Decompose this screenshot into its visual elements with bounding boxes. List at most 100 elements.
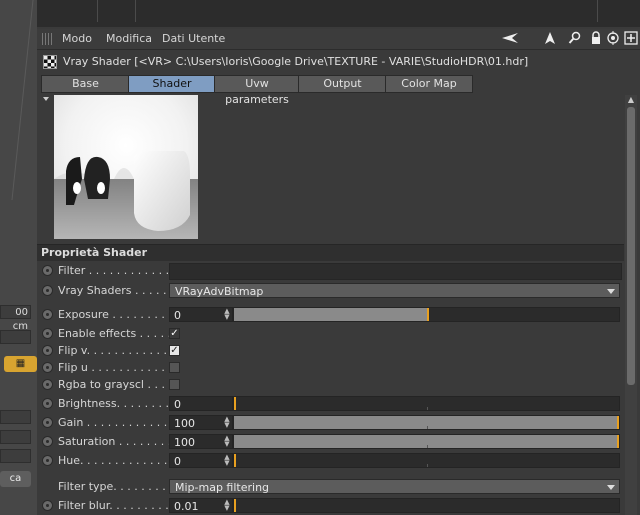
- prop-label: Filter . . . . . . . . . . . . .: [58, 264, 177, 277]
- left-field-1[interactable]: [0, 410, 31, 424]
- chevron-down-icon: [607, 485, 615, 490]
- slider-handle[interactable]: [617, 435, 619, 448]
- slider-handle[interactable]: [234, 499, 236, 512]
- unit-field[interactable]: 00 cm: [0, 305, 31, 332]
- tab-uvw-parameters[interactable]: Uvw parameters: [214, 75, 300, 106]
- number-value: 0.01: [174, 500, 199, 513]
- left-field-2[interactable]: [0, 430, 31, 444]
- number-value: 0: [174, 455, 181, 468]
- rgba-to-grayscale-checkbox[interactable]: [169, 379, 180, 390]
- search-icon[interactable]: [568, 31, 582, 45]
- brightness-input[interactable]: 0: [169, 396, 233, 411]
- left-field-3[interactable]: [0, 449, 31, 463]
- section-title: Proprietà Shader: [41, 246, 148, 259]
- animate-radio-icon[interactable]: [42, 379, 53, 390]
- spinner-icon[interactable]: ▲ ▼: [224, 499, 230, 512]
- dropdown-value: Mip-map filtering: [175, 481, 270, 494]
- number-value: 0: [174, 309, 181, 322]
- lock-icon[interactable]: [589, 31, 603, 45]
- tab-color-map[interactable]: Color Map: [385, 75, 473, 93]
- separator: [135, 0, 136, 22]
- flip-v-checkbox[interactable]: ✓: [169, 345, 180, 356]
- spinner-icon[interactable]: ▲ ▼: [224, 416, 230, 429]
- animate-radio-icon[interactable]: [42, 455, 53, 466]
- prop-label: Hue. . . . . . . . . . . . . . .: [58, 454, 178, 467]
- animate-radio-icon[interactable]: [42, 328, 53, 339]
- prop-label: Vray Shaders . . . . . . .: [58, 284, 178, 297]
- spinner-icon[interactable]: ▲ ▼: [224, 435, 230, 448]
- scroll-thumb[interactable]: [627, 107, 635, 385]
- section-header: Proprietà Shader: [37, 244, 624, 261]
- menu-modo[interactable]: Modo: [62, 32, 92, 45]
- tab-bar: Base Shader Uvw parameters Output Color …: [37, 75, 640, 106]
- menu-modifica[interactable]: Modifica: [106, 32, 152, 45]
- animate-radio-icon[interactable]: [42, 309, 53, 320]
- prop-label: Rgba to grayscl . . . . . .: [58, 378, 178, 391]
- prop-row-filter: Filter . . . . . . . . . . . . .: [37, 262, 624, 280]
- prop-row-gain: Gain . . . . . . . . . . . . . . 100 ▲ ▼: [37, 414, 624, 432]
- brightness-slider[interactable]: [233, 396, 620, 411]
- prop-row-rgba-to-grayscale: Rgba to grayscl . . . . . .: [37, 376, 624, 394]
- slider-handle[interactable]: [234, 454, 236, 467]
- tab-shader[interactable]: Shader: [128, 75, 216, 93]
- left-bottom-button[interactable]: ca: [0, 471, 31, 487]
- grip-icon[interactable]: [42, 33, 52, 45]
- attribute-menubar: Modo Modifica Dati Utente: [37, 29, 640, 50]
- enable-effects-checkbox[interactable]: ✓: [169, 328, 180, 339]
- prop-row-filter-blur: Filter blur. . . . . . . . . . 0.01 ▲ ▼: [37, 497, 624, 515]
- collapse-arrow-icon[interactable]: [43, 97, 49, 101]
- exposure-slider[interactable]: [233, 307, 620, 322]
- menu-dati-utente[interactable]: Dati Utente: [162, 32, 225, 45]
- prop-row-flip-v: Flip v. . . . . . . . . . . . . . ✓: [37, 342, 624, 360]
- prop-row-flip-u: Flip u . . . . . . . . . . . . .: [37, 359, 624, 377]
- back-arrow-icon[interactable]: [501, 31, 519, 45]
- exposure-input[interactable]: 0 ▲ ▼: [169, 307, 233, 322]
- filter-type-dropdown[interactable]: Mip-map filtering: [169, 479, 620, 494]
- flip-u-checkbox[interactable]: [169, 362, 180, 373]
- slider-tick: [426, 426, 428, 429]
- prop-row-vray-shaders: Vray Shaders . . . . . . . VRayAdvBitmap: [37, 282, 624, 300]
- spinner-icon[interactable]: ▲ ▼: [224, 454, 230, 467]
- vray-shaders-dropdown[interactable]: VRayAdvBitmap: [169, 283, 620, 298]
- number-value: 100: [174, 436, 195, 449]
- slider-handle[interactable]: [426, 308, 429, 321]
- slider-handle[interactable]: [617, 416, 619, 429]
- prop-row-hue: Hue. . . . . . . . . . . . . . . 0 ▲ ▼: [37, 452, 624, 470]
- animate-radio-icon[interactable]: [42, 362, 53, 373]
- hue-input[interactable]: 0 ▲ ▼: [169, 453, 233, 468]
- gain-slider[interactable]: [233, 415, 620, 430]
- dropdown-value: VRayAdvBitmap: [175, 285, 264, 298]
- animate-radio-icon[interactable]: [42, 265, 53, 276]
- arrow-field[interactable]: [0, 330, 31, 344]
- spinner-icon[interactable]: ▲ ▼: [224, 308, 230, 321]
- slider-handle[interactable]: [234, 397, 236, 410]
- film-icon[interactable]: ▦: [4, 356, 37, 372]
- hue-slider[interactable]: [233, 453, 620, 468]
- slider-tick: [426, 445, 428, 448]
- target-icon[interactable]: [606, 31, 620, 45]
- add-panel-icon[interactable]: [624, 31, 638, 45]
- animate-radio-icon[interactable]: [42, 436, 53, 447]
- scroll-up-icon[interactable]: ▲: [625, 95, 637, 105]
- number-value: 100: [174, 417, 195, 430]
- prop-label: Flip v. . . . . . . . . . . . . .: [58, 344, 178, 357]
- tab-output[interactable]: Output: [298, 75, 387, 93]
- slider-tick: [426, 407, 428, 410]
- filter-blur-input[interactable]: 0.01 ▲ ▼: [169, 498, 233, 513]
- animate-radio-icon[interactable]: [42, 417, 53, 428]
- slider-fill: [234, 308, 427, 321]
- animate-radio-icon[interactable]: [42, 398, 53, 409]
- filter-blur-slider[interactable]: [233, 498, 620, 513]
- saturation-slider[interactable]: [233, 434, 620, 449]
- filter-field[interactable]: [169, 263, 622, 280]
- animate-radio-icon[interactable]: [42, 285, 53, 296]
- top-panel: [37, 0, 640, 27]
- animate-radio-icon[interactable]: [42, 345, 53, 356]
- animate-radio-icon[interactable]: [42, 500, 53, 511]
- pointer-icon[interactable]: [543, 31, 557, 45]
- tab-base[interactable]: Base: [41, 75, 130, 93]
- prop-row-exposure: Exposure . . . . . . . . . . 0 ▲ ▼: [37, 306, 624, 324]
- prop-label: Filter type. . . . . . . . . .: [58, 480, 178, 493]
- gain-input[interactable]: 100 ▲ ▼: [169, 415, 233, 430]
- saturation-input[interactable]: 100 ▲ ▼: [169, 434, 233, 449]
